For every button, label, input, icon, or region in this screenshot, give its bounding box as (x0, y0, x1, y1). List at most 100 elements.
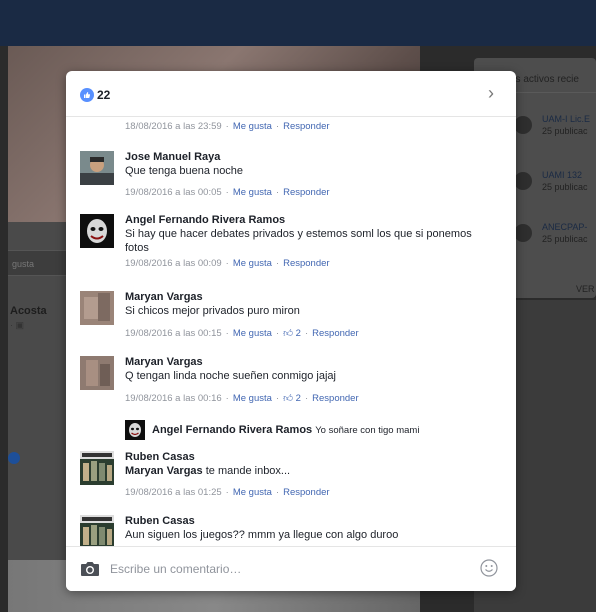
comment-timestamp[interactable]: 19/08/2016 a las 00:09 (125, 258, 222, 269)
group-name: ANECPAP- (542, 222, 588, 232)
thumbs-up-icon (80, 88, 94, 102)
background-left-column (8, 222, 68, 612)
comment-mention[interactable]: Maryan Vargas (125, 465, 203, 477)
background-right-title: os activos recie (510, 74, 579, 85)
comment-author[interactable]: Maryan Vargas (125, 291, 495, 304)
avatar[interactable] (80, 214, 114, 248)
like-link[interactable]: Me gusta (233, 328, 272, 339)
reply-author[interactable]: Angel Fernando Rivera Ramos (152, 424, 312, 436)
like-link[interactable]: Me gusta (233, 487, 272, 498)
comment-like-count: 2 (295, 393, 301, 404)
modal-header: 22 › (66, 71, 516, 117)
comment-author[interactable]: Maryan Vargas (125, 356, 495, 369)
comment-meta: 19/08/2016 a las 01:25 · Me gusta · Responde… (125, 487, 495, 499)
comment-body: Jose Manuel Raya Que tenga buena noche 1… (125, 151, 495, 199)
thumbs-up-icon: 👍︎ (283, 393, 294, 404)
comment-meta: 18/08/2016 a las 23:59 · Me gusta · Responde… (125, 121, 495, 133)
meta-separator: · (275, 121, 280, 132)
meta-separator: · (225, 487, 229, 498)
reply-line: Angel Fernando Rivera Ramos Yo soñare co… (152, 424, 419, 436)
group-icon (514, 224, 532, 242)
reply-link[interactable]: Responder (283, 487, 329, 498)
comment-like-count: 2 (295, 328, 301, 339)
comment-text: Q tengan linda noche sueñen conmigo jaja… (125, 370, 336, 382)
meta-separator: · (225, 258, 229, 269)
avatar[interactable] (80, 451, 114, 485)
background-top-bar (0, 0, 596, 46)
like-link[interactable]: Me gusta (233, 393, 272, 404)
group-name: UAMI 132 (542, 170, 583, 180)
comments-modal: 22 › 18/08/2016 a las 23:59 · Me gusta · Res… (66, 71, 516, 591)
meta-separator: · (275, 393, 280, 404)
reply-link[interactable]: Responder (283, 258, 329, 269)
background-left-name: Acosta (10, 305, 47, 317)
reply-text: Yo soñare con tigo mami (315, 425, 420, 436)
comment-body: Maryan Vargas Si chicos mejor privados p… (125, 291, 495, 340)
avatar[interactable] (80, 356, 114, 390)
comment-timestamp[interactable]: 18/08/2016 a las 23:59 (125, 121, 222, 132)
meta-separator: · (275, 328, 280, 339)
background-like-label: gusta (12, 259, 35, 269)
meta-separator: · (225, 187, 229, 198)
comment-body: Ruben Casas Maryan Vargas te mande inbox… (125, 451, 495, 499)
comment-timestamp[interactable]: 19/08/2016 a las 00:16 (125, 393, 222, 404)
comment-meta: 19/08/2016 a las 00:05 · Me gusta · Responde… (125, 187, 495, 199)
comment-text-rest: te mande inbox... (202, 465, 291, 477)
comment-input[interactable] (110, 557, 470, 581)
smiley-icon[interactable] (480, 559, 498, 577)
meta-separator: · (275, 258, 280, 269)
avatar[interactable] (125, 420, 145, 440)
avatar[interactable] (80, 515, 114, 546)
meta-separator: · (275, 487, 280, 498)
like-link[interactable]: Me gusta (233, 258, 272, 269)
comment-text: Maryan Vargas te mande inbox... (125, 464, 495, 478)
avatar[interactable] (80, 151, 114, 185)
meta-separator: · (225, 328, 229, 339)
comment-meta: 19/08/2016 a las 00:15 · Me gusta · 👍︎ 2 · Res… (125, 328, 495, 340)
comment-timestamp[interactable]: 19/08/2016 a las 00:15 (125, 328, 222, 339)
like-count[interactable]: 22 (97, 88, 110, 102)
group-sub: 25 publicac (542, 182, 588, 192)
comment-author[interactable]: Angel Fernando Rivera Ramos (125, 214, 495, 227)
chevron-right-icon[interactable]: › (488, 83, 494, 103)
comment-composer (66, 546, 516, 591)
camera-icon[interactable] (80, 561, 100, 577)
avatar[interactable] (80, 291, 114, 325)
comment-body: 18/08/2016 a las 23:59 · Me gusta · Responde… (125, 117, 495, 133)
meta-separator: · (225, 121, 229, 132)
reply-preview[interactable]: Angel Fernando Rivera Ramos Yo soñare co… (125, 420, 505, 440)
comment-timestamp[interactable]: 19/08/2016 a las 01:25 (125, 487, 222, 498)
group-name: UAM-I Lic.E (542, 114, 591, 124)
comment-body: Maryan Vargas Q tengan linda noche sueñe… (125, 356, 495, 405)
comment-body: Angel Fernando Rivera Ramos Si hay que h… (125, 214, 495, 270)
comment-list[interactable]: 18/08/2016 a las 23:59 · Me gusta · Responde… (66, 117, 516, 546)
like-link[interactable]: Me gusta (233, 121, 272, 132)
comment-author[interactable]: Ruben Casas (125, 515, 495, 528)
comment-likes[interactable]: 👍︎ 2 (283, 328, 301, 339)
reply-link[interactable]: Responder (312, 393, 358, 404)
meta-separator: · (304, 328, 309, 339)
group-icon (514, 116, 532, 134)
group-sub: 25 publicac (542, 126, 588, 136)
background-dot (8, 452, 20, 464)
comment-author[interactable]: Jose Manuel Raya (125, 151, 495, 164)
group-icon (514, 172, 532, 190)
meta-separator: · (275, 187, 280, 198)
meta-separator: · (225, 393, 229, 404)
comment-text: Si chicos mejor privados puro miron (125, 305, 300, 317)
like-link[interactable]: Me gusta (233, 187, 272, 198)
comment-meta: 19/08/2016 a las 00:09 · Me gusta · Responde… (125, 258, 495, 270)
group-sub: 25 publicac (542, 234, 588, 244)
comment-author[interactable]: Ruben Casas (125, 451, 495, 464)
comment-text: Aun siguen los juegos?? mmm ya llegue co… (125, 529, 399, 541)
comment-body: Ruben Casas Aun siguen los juegos?? mmm … (125, 515, 495, 542)
reply-link[interactable]: Responder (283, 121, 329, 132)
comment-timestamp[interactable]: 19/08/2016 a las 00:05 (125, 187, 222, 198)
reply-link[interactable]: Responder (312, 328, 358, 339)
background-left-action-bar: gusta (8, 250, 68, 276)
comment-text: Que tenga buena noche (125, 165, 244, 177)
comment-likes[interactable]: 👍︎ 2 (283, 393, 301, 404)
reply-link[interactable]: Responder (283, 187, 329, 198)
background-left-sub: · ▣ (10, 320, 25, 330)
comment-meta: 19/08/2016 a las 00:16 · Me gusta · 👍︎ 2 · Res… (125, 393, 495, 405)
